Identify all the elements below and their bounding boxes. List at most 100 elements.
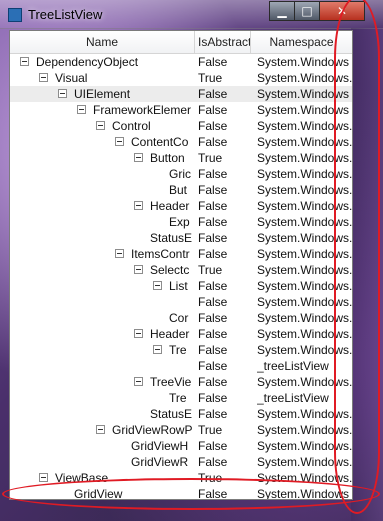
isabstract-cell: True [198, 151, 223, 165]
tree-row[interactable]: FrameworkElemer False System.Windows [10, 102, 352, 118]
column-header-name[interactable]: Name [10, 31, 195, 53]
tree-row[interactable]: TreeVie False System.Windows. [10, 374, 352, 390]
name-cell: Visual [10, 70, 195, 86]
row-name: UIElement [74, 87, 131, 101]
row-name: ItemsContr [131, 247, 190, 261]
tree-row[interactable]: But False System.Windows. [10, 182, 352, 198]
window-titlebar[interactable]: TreeListView ▁ □ ✕ [0, 0, 383, 29]
tree-row[interactable]: GridViewH False System.Windows. [10, 438, 352, 454]
name-cell: StatusE [10, 230, 195, 246]
tree-row[interactable]: GridViewRowP True System.Windows. [10, 422, 352, 438]
collapse-toggle-icon[interactable] [153, 281, 162, 290]
maximize-button[interactable]: □ [294, 1, 320, 21]
row-name: StatusE [150, 407, 193, 421]
collapse-toggle-icon[interactable] [58, 89, 67, 98]
tree-row[interactable]: False _treeListView [10, 358, 352, 374]
tree-row[interactable]: Control False System.Windows. [10, 118, 352, 134]
tree-row[interactable]: DependencyObject False System.Windows [10, 54, 352, 70]
collapse-toggle-icon[interactable] [134, 329, 143, 338]
isabstract-cell: False [198, 183, 228, 197]
collapse-toggle-icon[interactable] [134, 377, 143, 386]
tree-row[interactable]: StatusE False System.Windows. [10, 230, 352, 246]
tree-row[interactable]: GridViewR False System.Windows. [10, 454, 352, 470]
isabstract-cell: False [198, 295, 228, 309]
tree-row[interactable]: ContentCo False System.Windows. [10, 134, 352, 150]
tree-row[interactable]: ItemsContr False System.Windows. [10, 246, 352, 262]
collapse-toggle-icon[interactable] [134, 153, 143, 162]
row-name: Header [150, 327, 190, 341]
isabstract-cell: False [198, 311, 228, 325]
isabstract-cell: False [198, 375, 228, 389]
annotation-oval-bottom [2, 478, 380, 510]
collapse-toggle-icon[interactable] [115, 249, 124, 258]
tree-row[interactable]: UIElement False System.Windows [10, 86, 352, 102]
row-name: Control [112, 119, 151, 133]
name-cell: Exp [10, 214, 195, 230]
tree-row[interactable]: Cor False System.Windows. [10, 310, 352, 326]
tree-row[interactable]: Tre False System.Windows. [10, 342, 352, 358]
collapse-toggle-icon[interactable] [39, 73, 48, 82]
name-cell: GridViewR [10, 454, 195, 470]
tree-row[interactable]: Tre False _treeListView [10, 390, 352, 406]
tree-row[interactable]: List False System.Windows. [10, 278, 352, 294]
isabstract-cell: False [198, 247, 228, 261]
name-cell: UIElement [10, 86, 195, 102]
isabstract-cell: False [198, 215, 228, 229]
tree-row[interactable]: StatusE False System.Windows. [10, 406, 352, 422]
isabstract-cell: False [198, 103, 228, 117]
row-name: GridViewRowP [112, 423, 193, 437]
name-cell: But [10, 182, 195, 198]
row-name: Tre [169, 343, 187, 357]
row-name: GridViewH [131, 439, 189, 453]
isabstract-cell: False [198, 55, 228, 69]
isabstract-cell: False [198, 391, 228, 405]
row-name: Visual [55, 71, 88, 85]
tree-list-view[interactable]: Name IsAbstract Namespace DependencyObje… [9, 30, 353, 500]
tree-row[interactable]: Header False System.Windows. [10, 326, 352, 342]
app-icon [8, 8, 22, 22]
collapse-toggle-icon[interactable] [39, 473, 48, 482]
minimize-button[interactable]: ▁ [269, 1, 295, 21]
collapse-toggle-icon[interactable] [115, 137, 124, 146]
name-cell: Tre [10, 342, 195, 358]
name-cell: Selectc [10, 262, 195, 278]
row-name: Cor [169, 311, 189, 325]
tree-rows: DependencyObject False System.Windows Visua… [10, 54, 352, 499]
tree-row[interactable]: Header False System.Windows. [10, 198, 352, 214]
isabstract-cell: False [198, 167, 228, 181]
row-name: TreeVie [150, 375, 192, 389]
name-cell: ContentCo [10, 134, 195, 150]
row-name: List [169, 279, 188, 293]
name-cell: Button [10, 150, 195, 166]
row-name: But [169, 183, 188, 197]
tree-row[interactable]: Gric False System.Windows. [10, 166, 352, 182]
isabstract-cell: False [198, 407, 228, 421]
collapse-toggle-icon[interactable] [153, 345, 162, 354]
name-cell: GridViewH [10, 438, 195, 454]
row-name: Exp [169, 215, 190, 229]
annotation-oval-right [334, 0, 380, 514]
tree-row[interactable]: False System.Windows. [10, 294, 352, 310]
isabstract-cell: False [198, 135, 228, 149]
collapse-toggle-icon[interactable] [77, 105, 86, 114]
collapse-toggle-icon[interactable] [96, 121, 105, 130]
collapse-toggle-icon[interactable] [20, 57, 29, 66]
name-cell: Header [10, 198, 195, 214]
collapse-toggle-icon[interactable] [134, 265, 143, 274]
row-name: StatusE [150, 231, 193, 245]
row-name: Button [150, 151, 185, 165]
tree-row[interactable]: Button True System.Windows. [10, 150, 352, 166]
name-cell [10, 294, 195, 310]
row-name: DependencyObject [36, 55, 139, 69]
name-cell: FrameworkElemer [10, 102, 195, 118]
tree-row[interactable]: Visual True System.Windows. [10, 70, 352, 86]
tree-row[interactable]: Selectc True System.Windows. [10, 262, 352, 278]
name-cell: Control [10, 118, 195, 134]
collapse-toggle-icon[interactable] [96, 425, 105, 434]
tree-row[interactable]: Exp False System.Windows. [10, 214, 352, 230]
collapse-toggle-icon[interactable] [134, 201, 143, 210]
name-cell: Cor [10, 310, 195, 326]
isabstract-cell: False [198, 455, 228, 469]
column-header-isabstract[interactable]: IsAbstract [195, 31, 251, 53]
row-name: Selectc [150, 263, 190, 277]
